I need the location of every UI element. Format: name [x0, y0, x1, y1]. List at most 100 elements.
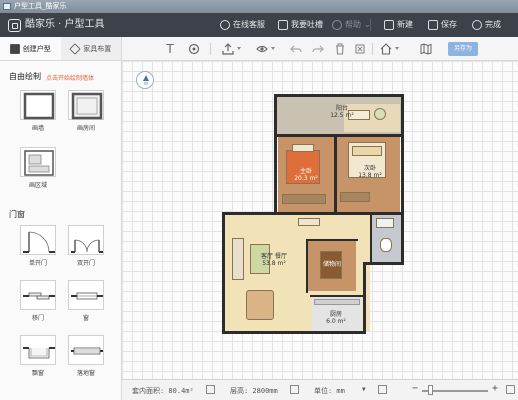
tab-create-floorplan[interactable]: 创建户型: [0, 37, 61, 60]
doors-windows-heading: 门窗: [9, 210, 25, 219]
wall-icon: [23, 92, 55, 120]
chevron-down-icon[interactable]: ▼: [362, 386, 366, 393]
room-name: 储物间: [322, 261, 341, 268]
online-service-button[interactable]: 在线客服: [220, 18, 265, 32]
done-button[interactable]: 完成: [472, 18, 501, 32]
bay-window-label: 飘窗: [31, 370, 44, 377]
room-label-second-bedroom: 次卧 13.8 m²: [350, 165, 390, 179]
wall[interactable]: [222, 331, 366, 334]
zoom-in-icon[interactable]: +: [492, 383, 498, 394]
single-door-icon: [23, 231, 55, 253]
help-menu[interactable]: 帮助 ⌄: [332, 18, 371, 32]
chevron-down-icon[interactable]: [237, 47, 241, 50]
new-label: 新建: [397, 20, 413, 29]
fit-screen-icon[interactable]: [506, 385, 515, 394]
delete-icon[interactable]: [334, 43, 346, 55]
new-button[interactable]: 新建: [384, 18, 413, 32]
save-label: 保存: [441, 20, 457, 29]
double-door-tool[interactable]: [68, 225, 104, 255]
tab-label: 家具布置: [83, 44, 112, 53]
single-door-tool[interactable]: [20, 225, 56, 255]
single-door-label: 单开门: [28, 260, 47, 267]
edit-icon[interactable]: [378, 385, 387, 394]
floorplan-icon: [9, 43, 20, 54]
home-icon[interactable]: [380, 43, 392, 55]
redo-icon[interactable]: [312, 43, 324, 55]
draw-room-tool[interactable]: [68, 90, 104, 120]
chevron-down-icon[interactable]: [271, 47, 275, 50]
feedback-button[interactable]: 我要吐槽: [278, 18, 323, 32]
save-header-button[interactable]: 保存: [428, 18, 457, 32]
room-label-balcony: 阳台 12.5 m²: [322, 105, 362, 119]
sliding-door-label: 移门: [31, 315, 44, 322]
wall[interactable]: [274, 134, 404, 137]
room-label-master-bedroom: 主卧 20.3 m²: [286, 168, 326, 182]
floorplan-canvas[interactable]: 阳台 12.5 m² 主卧 20.3 m² 次卧 13.8 m² 客厅 餐厅 5…: [122, 61, 518, 379]
window-title: 户型工具_酷家乐: [14, 2, 67, 10]
wall[interactable]: [306, 239, 358, 241]
edit-icon[interactable]: [290, 385, 299, 394]
save-icon: [428, 20, 438, 30]
app-icon: [3, 3, 11, 10]
edit-icon[interactable]: [206, 385, 215, 394]
online-service-label: 在线客服: [233, 20, 265, 29]
room-label-storage: 储物间: [312, 261, 352, 268]
floor-area: 套内面积: 80.4m²: [132, 387, 194, 395]
chevron-down-icon[interactable]: [395, 47, 399, 50]
text-tool-icon[interactable]: T: [164, 43, 176, 55]
tab-label: 创建户型: [22, 44, 51, 53]
wall[interactable]: [334, 134, 337, 214]
draw-wall-tool[interactable]: [20, 90, 56, 120]
canvas-toolbar: T 另存为: [122, 37, 518, 61]
bay-window-icon: [23, 347, 55, 359]
toolbar-divider: [372, 43, 373, 55]
left-panel-tabs: 创建户型 家具布置: [0, 37, 121, 61]
room-name: 客厅 餐厅: [261, 253, 287, 260]
wall[interactable]: [363, 262, 366, 334]
draw-area-tool[interactable]: [20, 147, 56, 177]
wall[interactable]: [370, 212, 372, 264]
clear-icon[interactable]: [354, 43, 366, 55]
room-area: 20.3 m²: [294, 175, 318, 182]
french-window-tool[interactable]: [68, 335, 104, 365]
wall[interactable]: [274, 94, 277, 214]
brand[interactable]: 酷家乐 · 户型工具: [8, 18, 105, 32]
zoom-out-icon[interactable]: −: [412, 383, 418, 394]
import-icon[interactable]: [222, 43, 234, 55]
sliding-door-tool[interactable]: [20, 280, 56, 310]
room-area: 12.5 m²: [330, 112, 354, 119]
bay-window-tool[interactable]: [20, 335, 56, 365]
tab-furniture[interactable]: 家具布置: [61, 37, 122, 60]
window-titlebar: 户型工具_酷家乐: [0, 0, 518, 13]
compass-icon[interactable]: [136, 71, 154, 89]
map-icon[interactable]: [420, 43, 432, 55]
chat-icon: [278, 20, 288, 30]
zoom-slider-thumb[interactable]: [428, 385, 433, 395]
wall[interactable]: [274, 94, 404, 97]
wall[interactable]: [222, 212, 404, 215]
room-bathroom[interactable]: [372, 214, 402, 262]
window-tool[interactable]: [68, 280, 104, 310]
headset-icon: [220, 20, 230, 30]
wall[interactable]: [306, 239, 308, 293]
save-as-button[interactable]: 另存为: [448, 42, 478, 56]
feedback-label: 我要吐槽: [291, 20, 323, 29]
french-window-icon: [71, 347, 103, 355]
unit-select[interactable]: 单位: mm: [314, 386, 345, 396]
draw-room-label: 画房间: [76, 125, 95, 132]
room-label-kitchen: 厨房 6.0 m²: [316, 311, 356, 325]
help-icon: [332, 20, 342, 30]
statusbar: 套内面积: 80.4m² 层高: 2800mm 单位: mm ▼ − +: [122, 379, 518, 400]
check-circle-icon: [472, 20, 482, 30]
wall[interactable]: [401, 94, 404, 264]
undo-icon[interactable]: [290, 43, 302, 55]
window-icon: [71, 292, 103, 300]
measure-tool-icon[interactable]: [188, 43, 200, 55]
wall[interactable]: [222, 212, 225, 334]
room-label-living-dining: 客厅 餐厅 53.8 m²: [252, 253, 296, 267]
room-area: 13.8 m²: [358, 172, 382, 179]
toolbar-divider: [210, 43, 211, 55]
eye-icon[interactable]: [256, 43, 268, 55]
cube-icon: [69, 42, 81, 55]
wall[interactable]: [310, 295, 364, 297]
